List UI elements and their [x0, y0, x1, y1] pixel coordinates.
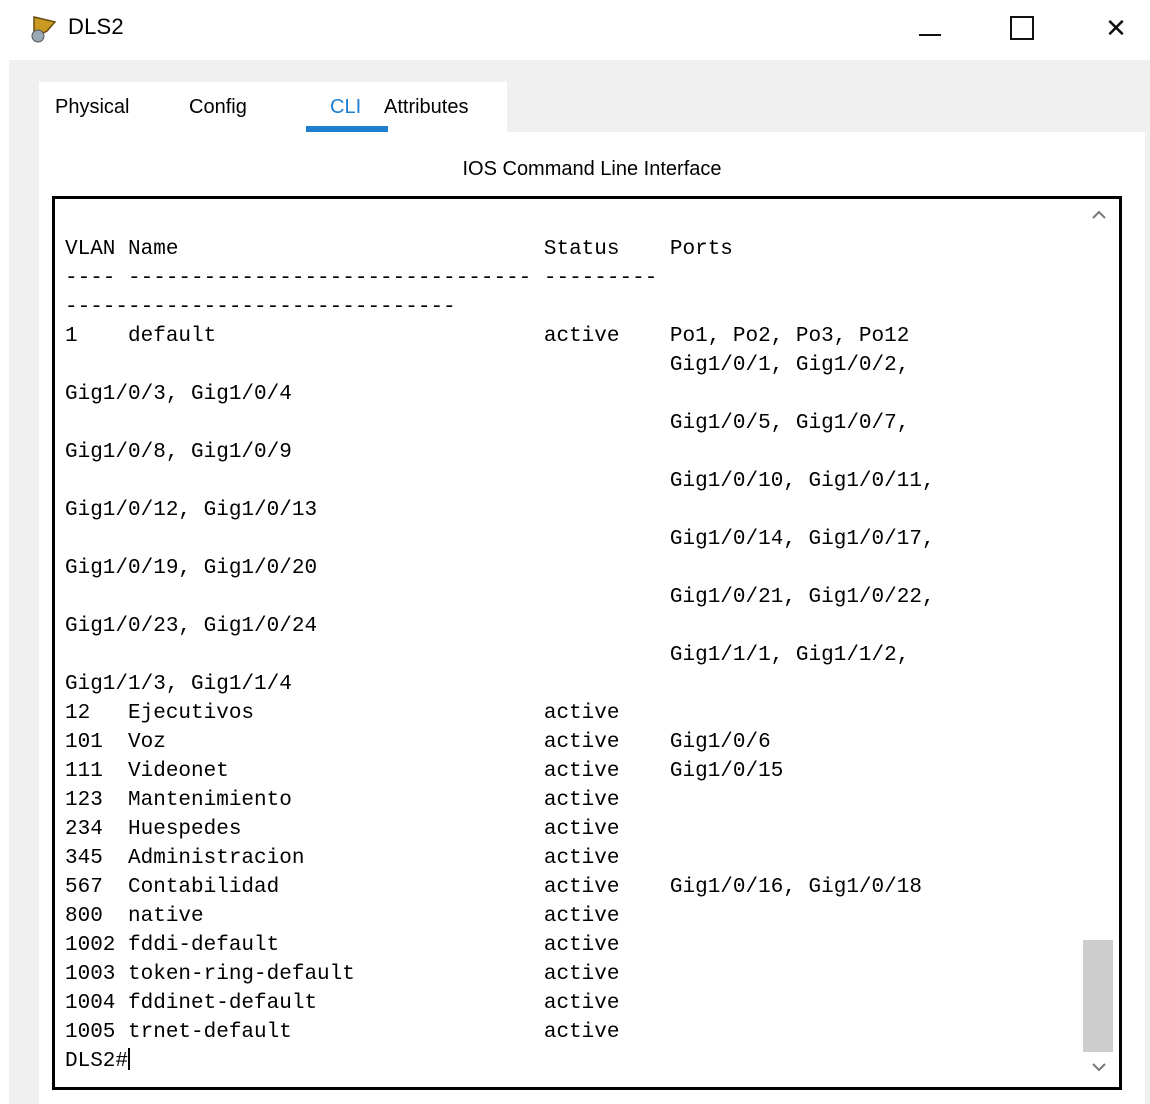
tab-bar: Physical Config CLI Attributes	[39, 82, 507, 132]
cli-panel: IOS Command Line Interface VLAN Name Sta…	[39, 132, 1145, 1104]
tab-cli-label: CLI	[330, 96, 362, 118]
close-icon: ✕	[1105, 12, 1127, 43]
cli-terminal[interactable]: VLAN Name Status Ports ---- ------------…	[52, 196, 1122, 1090]
terminal-output[interactable]: VLAN Name Status Ports ---- ------------…	[65, 235, 935, 1076]
section-title: IOS Command Line Interface	[462, 158, 722, 180]
title-bar: DLS2 ✕	[0, 0, 1150, 56]
close-button[interactable]: ✕	[1092, 0, 1140, 56]
tab-config[interactable]: Config	[189, 96, 247, 119]
scrollbar-thumb[interactable]	[1083, 940, 1113, 1052]
app-icon	[28, 12, 60, 44]
tab-attributes[interactable]: Attributes	[384, 96, 468, 119]
chevron-up-icon[interactable]	[1085, 205, 1113, 229]
terminal-lines: VLAN Name Status Ports ---- ------------…	[65, 238, 935, 1044]
chevron-down-icon[interactable]	[1085, 1057, 1113, 1081]
window-content: Physical Config CLI Attributes IOS Comma…	[9, 60, 1150, 1104]
minimize-icon	[919, 34, 941, 36]
minimize-button[interactable]	[906, 0, 954, 56]
maximize-icon	[1010, 16, 1034, 40]
terminal-prompt: DLS2#	[65, 1050, 129, 1073]
tab-physical[interactable]: Physical	[55, 96, 129, 119]
text-cursor	[128, 1048, 131, 1070]
tab-cli[interactable]: CLI	[306, 82, 388, 132]
vertical-scrollbar[interactable]	[1079, 199, 1119, 1087]
window-title: DLS2	[68, 14, 124, 39]
maximize-button[interactable]	[998, 0, 1046, 56]
